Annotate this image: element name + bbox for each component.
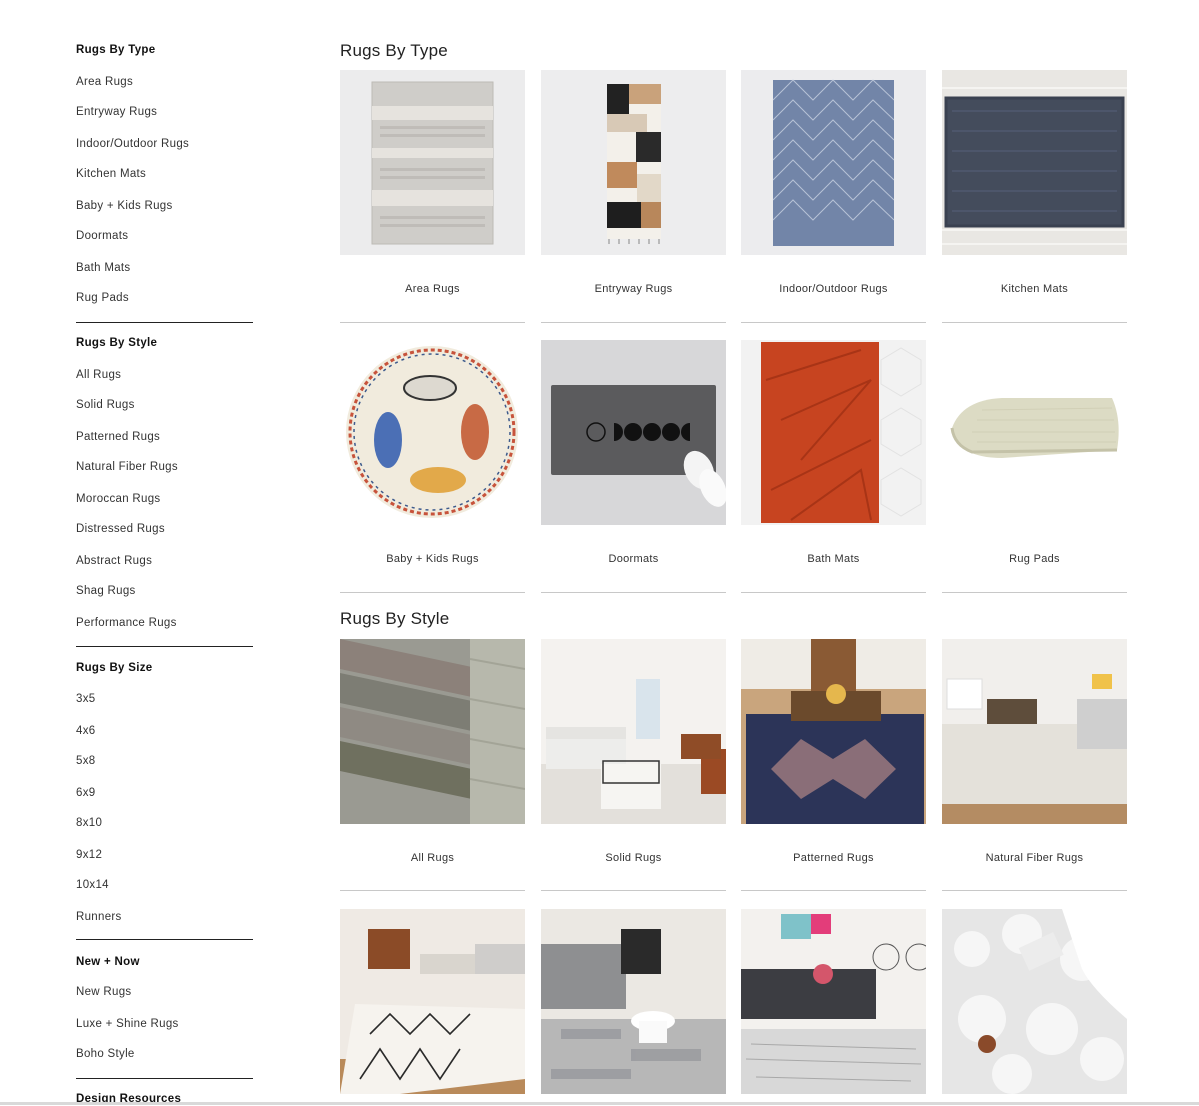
tile-label[interactable]: Bath Mats	[741, 553, 926, 565]
folded-rug-pad-image[interactable]	[942, 340, 1127, 525]
tile-label[interactable]: Rug Pads	[942, 553, 1127, 565]
tile-label[interactable]: Patterned Rugs	[741, 852, 926, 864]
sidebar-link[interactable]: Doormats	[76, 229, 128, 243]
abstract-rug-sofa-image[interactable]	[741, 909, 926, 1094]
sidebar-divider	[76, 322, 253, 323]
grey-patterned-area-rug-image[interactable]	[340, 70, 525, 255]
category-tile[interactable]	[741, 909, 926, 1094]
tile-label[interactable]: Area Rugs	[340, 283, 525, 295]
sidebar-link[interactable]: Indoor/Outdoor Rugs	[76, 137, 189, 151]
sidebar-heading[interactable]: Rugs By Size	[76, 661, 152, 675]
tile-divider	[541, 890, 726, 891]
sidebar-link[interactable]: 6x9	[76, 786, 95, 800]
navy-woven-kitchen-mat-image[interactable]	[942, 70, 1127, 255]
category-tile[interactable]: All Rugs	[340, 639, 525, 891]
sidebar-link[interactable]: New Rugs	[76, 985, 131, 999]
category-tile[interactable]: Indoor/Outdoor Rugs	[741, 70, 926, 323]
tile-divider	[340, 890, 525, 891]
tile-divider	[741, 890, 926, 891]
white-shag-rug-image[interactable]	[942, 909, 1127, 1094]
sidebar-link[interactable]: Area Rugs	[76, 75, 133, 89]
tile-divider	[942, 592, 1127, 593]
sidebar-link[interactable]: 9x12	[76, 848, 102, 862]
section-title: Rugs By Type	[340, 41, 448, 60]
rolled-rugs-image[interactable]	[340, 639, 525, 824]
tile-label[interactable]: Entryway Rugs	[541, 283, 726, 295]
sidebar-link[interactable]: Entryway Rugs	[76, 105, 157, 119]
sidebar-link[interactable]: Distressed Rugs	[76, 522, 165, 536]
sidebar-link[interactable]: 4x6	[76, 724, 95, 738]
sidebar-link[interactable]: Performance Rugs	[76, 616, 177, 630]
sidebar-link[interactable]: Shag Rugs	[76, 584, 136, 598]
tile-label[interactable]: Solid Rugs	[541, 852, 726, 864]
sidebar-link[interactable]: Kitchen Mats	[76, 167, 146, 181]
category-tile[interactable]	[942, 909, 1127, 1094]
sidebar-link[interactable]: Abstract Rugs	[76, 554, 152, 568]
tile-divider	[541, 592, 726, 593]
geometric-runner-rug-image[interactable]	[541, 70, 726, 255]
sidebar-link[interactable]: 3x5	[76, 692, 95, 706]
category-tile[interactable]: Patterned Rugs	[741, 639, 926, 891]
category-tile[interactable]: Doormats	[541, 340, 726, 593]
sidebar-link[interactable]: All Rugs	[76, 368, 121, 382]
orange-bath-mat-image[interactable]	[741, 340, 926, 525]
tile-label[interactable]: Kitchen Mats	[942, 283, 1127, 295]
sidebar-link[interactable]: Moroccan Rugs	[76, 492, 160, 506]
category-tile[interactable]: Bath Mats	[741, 340, 926, 593]
natural-fiber-living-room-image[interactable]	[942, 639, 1127, 824]
sidebar-link[interactable]: Luxe + Shine Rugs	[76, 1017, 179, 1031]
tile-divider	[942, 322, 1127, 323]
sidebar-link[interactable]: Boho Style	[76, 1047, 135, 1061]
sidebar-link[interactable]: 10x14	[76, 878, 109, 892]
sidebar-link[interactable]: Patterned Rugs	[76, 430, 160, 444]
category-tile[interactable]	[340, 909, 525, 1094]
section-title: Rugs By Style	[340, 609, 450, 628]
category-tile[interactable]: Rug Pads	[942, 340, 1127, 593]
category-tile[interactable]	[541, 909, 726, 1094]
sidebar-heading[interactable]: New + Now	[76, 955, 140, 969]
category-tile[interactable]: Kitchen Mats	[942, 70, 1127, 323]
moroccan-rug-living-room-image[interactable]	[340, 909, 525, 1094]
sidebar-link[interactable]: Solid Rugs	[76, 398, 135, 412]
tile-divider	[741, 592, 926, 593]
category-tile[interactable]: Baby + Kids Rugs	[340, 340, 525, 593]
sidebar-heading[interactable]: Rugs By Type	[76, 43, 155, 57]
category-tile[interactable]: Solid Rugs	[541, 639, 726, 891]
tile-divider	[942, 890, 1127, 891]
tile-label[interactable]: Indoor/Outdoor Rugs	[741, 283, 926, 295]
white-living-room-image[interactable]	[541, 639, 726, 824]
tile-divider	[340, 592, 525, 593]
sidebar-link[interactable]: Runners	[76, 910, 122, 924]
category-tile[interactable]: Entryway Rugs	[541, 70, 726, 323]
tile-divider	[541, 322, 726, 323]
round-animal-kids-rug-image[interactable]	[340, 340, 525, 525]
distressed-rug-living-room-image[interactable]	[541, 909, 726, 1094]
tile-label[interactable]: Baby + Kids Rugs	[340, 553, 525, 565]
tile-divider	[741, 322, 926, 323]
category-tile[interactable]: Area Rugs	[340, 70, 525, 323]
tile-label[interactable]: Natural Fiber Rugs	[942, 852, 1127, 864]
blue-diamond-outdoor-rug-image[interactable]	[741, 70, 926, 255]
sidebar-link[interactable]: Baby + Kids Rugs	[76, 199, 173, 213]
sidebar-link[interactable]: Bath Mats	[76, 261, 130, 275]
sidebar-link[interactable]: Natural Fiber Rugs	[76, 460, 178, 474]
sidebar-divider	[76, 1078, 253, 1079]
tile-label[interactable]: Doormats	[541, 553, 726, 565]
navy-patterned-dining-rug-image[interactable]	[741, 639, 926, 824]
sidebar-link[interactable]: Rug Pads	[76, 291, 129, 305]
moon-phase-doormat-image[interactable]	[541, 340, 726, 525]
sidebar-link[interactable]: 8x10	[76, 816, 102, 830]
sidebar-divider	[76, 939, 253, 940]
category-tile[interactable]: Natural Fiber Rugs	[942, 639, 1127, 891]
sidebar-link[interactable]: 5x8	[76, 754, 95, 768]
sidebar-heading[interactable]: Rugs By Style	[76, 336, 157, 350]
tile-divider	[340, 322, 525, 323]
sidebar-divider	[76, 646, 253, 647]
tile-label[interactable]: All Rugs	[340, 852, 525, 864]
